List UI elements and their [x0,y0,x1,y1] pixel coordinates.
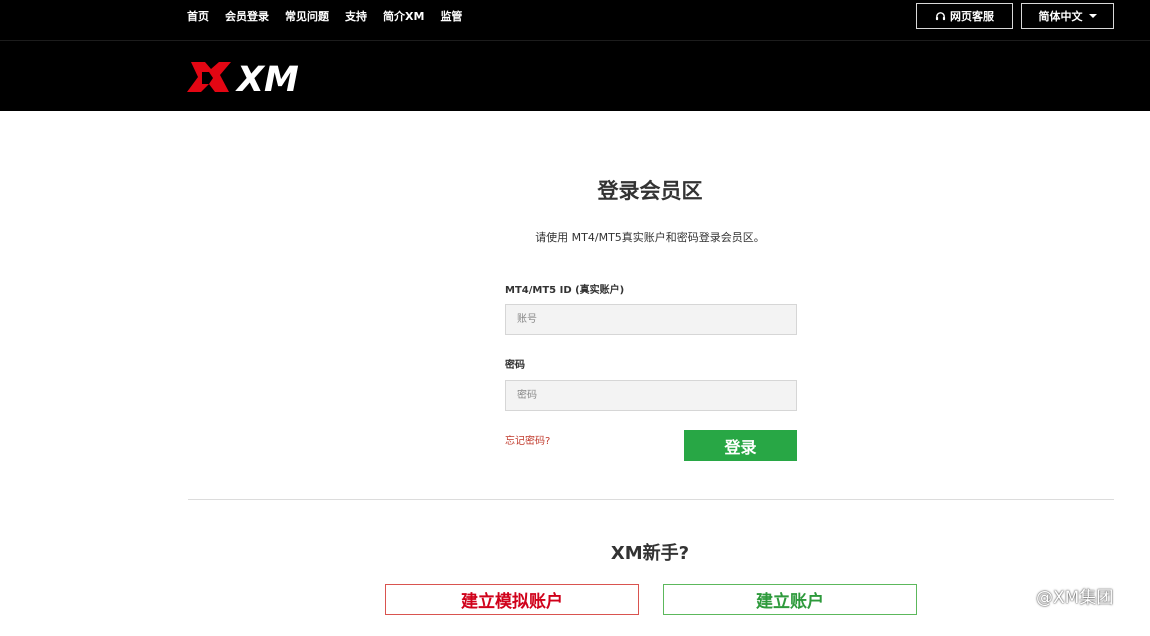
nav-item-faq[interactable]: 常见问题 [285,10,329,24]
live-chat-label: 网页客服 [950,11,994,23]
logo-bar: XM [0,41,1150,111]
watermark: @XM集团 [1012,583,1113,608]
nav-item-member-login[interactable]: 会员登录 [225,10,269,24]
open-real-account-button[interactable]: 建立账户 [663,584,917,615]
forgot-password-link[interactable]: 忘记密码? [505,432,550,447]
platform-logo-icon [1015,589,1027,603]
top-bar: 首页 会员登录 常见问题 支持 简介XM 监管 网页客服 简体中文 [0,0,1150,41]
language-select[interactable]: 简体中文 [1021,3,1114,29]
nav-item-support[interactable]: 支持 [345,10,367,24]
page-title: 登录会员区 [597,179,703,203]
nav-item-home[interactable]: 首页 [187,10,209,24]
account-id-label: MT4/MT5 ID (真实账户) [505,285,625,296]
login-button[interactable]: 登录 [684,430,797,461]
top-nav: 首页 会员登录 常见问题 支持 简介XM 监管 [187,10,462,24]
section-divider [188,499,1114,500]
page-subtitle: 请使用 MT4/MT5真实账户和密码登录会员区。 [535,231,765,244]
watermark-text: @XM集团 [1036,588,1114,608]
password-input[interactable] [505,380,797,411]
chevron-down-icon [1088,14,1097,18]
language-label: 简体中文 [1038,11,1083,23]
xm-logo[interactable]: XM [187,58,311,96]
account-id-input[interactable] [505,304,797,335]
headset-icon [935,11,946,20]
open-demo-account-button[interactable]: 建立模拟账户 [385,584,639,615]
nav-item-about-xm[interactable]: 简介XM [383,10,424,24]
nav-item-regulation[interactable]: 监管 [440,10,462,24]
live-chat-button[interactable]: 网页客服 [916,3,1013,29]
logo-text: XM [235,60,299,96]
new-to-xm-title: XM新手? [610,543,690,564]
password-label: 密码 [505,360,525,371]
